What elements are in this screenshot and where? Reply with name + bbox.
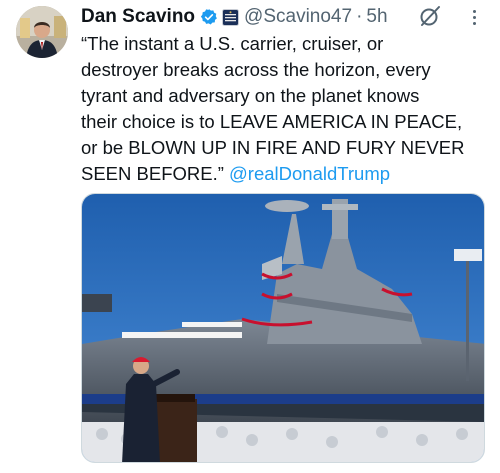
tweet-text-line: “The instant a U.S. carrier, cruiser, or xyxy=(81,33,384,54)
tweet-text: “The instant a U.S. carrier, cruiser, or… xyxy=(81,31,491,187)
tweet-text-closing: SEEN BEFORE.” xyxy=(81,163,224,184)
author-name[interactable]: Dan Scavino xyxy=(81,6,195,28)
author-avatar[interactable] xyxy=(16,6,68,58)
affiliate-badge-icon[interactable] xyxy=(222,8,240,26)
author-handle[interactable]: @Scavino47 xyxy=(244,6,352,28)
more-options-icon[interactable] xyxy=(464,6,484,28)
tweet-media-photo[interactable] xyxy=(81,193,485,463)
mention-link[interactable]: @realDonaldTrump xyxy=(229,163,390,184)
grok-icon[interactable] xyxy=(418,4,442,28)
tweet-text-last-line: SEEN BEFORE.” @realDonaldTrump xyxy=(81,161,491,187)
tweet-text-line: tyrant and adversary on the planet knows xyxy=(81,85,420,106)
tweet-text-line: or be BLOWN UP IN FIRE AND FURY NEVER xyxy=(81,137,465,158)
verified-check-icon xyxy=(200,8,218,26)
tweet[interactable]: Dan Scavino @Scavino47 · 5h “The instant… xyxy=(0,0,500,473)
tweet-text-line: destroyer breaks across the horizon, eve… xyxy=(81,59,431,80)
tweet-header: Dan Scavino @Scavino47 · 5h xyxy=(81,4,388,30)
header-separator: · xyxy=(356,6,363,27)
tweet-text-line: their choice is to LEAVE AMERICA IN PEAC… xyxy=(81,111,463,132)
photo-aircraft-carrier-rally xyxy=(82,194,484,462)
tweet-timestamp[interactable]: 5h xyxy=(366,6,387,28)
